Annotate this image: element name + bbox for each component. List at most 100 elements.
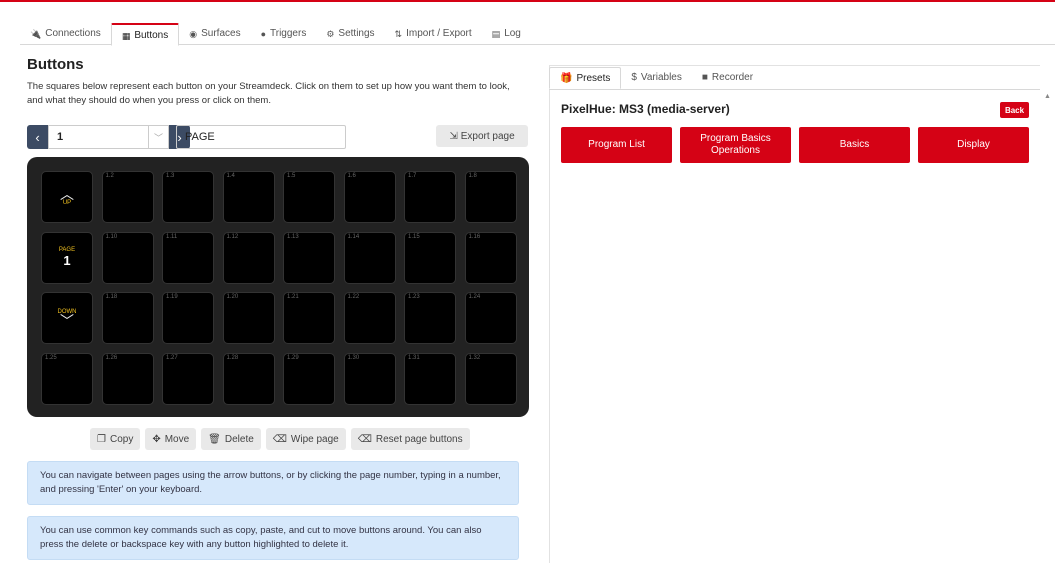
page-number-input[interactable]: 1 — [48, 125, 148, 149]
grid-button[interactable]: 1.25 — [41, 352, 93, 405]
page-number: 1 — [63, 253, 71, 268]
dollar-icon: $ — [631, 72, 637, 83]
tab-triggers[interactable]: ● Triggers — [251, 23, 317, 45]
grid-button[interactable]: 1.27 — [162, 352, 214, 405]
tab-buttons[interactable]: ▦ Buttons — [110, 23, 180, 46]
tab-label: Surfaces — [201, 28, 241, 39]
grid-button[interactable]: 1.29 — [283, 352, 335, 405]
grid-button[interactable]: 1.30 — [343, 352, 396, 405]
copy-button[interactable]: ❐ Copy — [90, 428, 141, 450]
export-label: Export page — [460, 130, 515, 142]
button-location-label: 1.23 — [408, 294, 420, 300]
page-select-dropdown[interactable]: ﹀ — [148, 125, 169, 149]
tab-import-export[interactable]: ⇅ Import / Export — [385, 23, 482, 45]
grid-button[interactable]: 1.22 — [343, 292, 396, 344]
button-location-label: 1.2 — [105, 173, 114, 179]
gift-icon: 🎁 — [560, 73, 573, 84]
grid-button[interactable]: 1.28 — [222, 352, 275, 405]
preset-program-list[interactable]: Program List — [561, 127, 672, 163]
button-location-label: 1.27 — [166, 354, 178, 361]
grid-button[interactable]: 1.18 — [101, 292, 154, 344]
page-indicator-button[interactable]: PAGE 1 — [41, 231, 93, 284]
preset-display[interactable]: Display — [918, 127, 1029, 163]
grid-button[interactable]: 1.14 — [343, 231, 396, 284]
back-button[interactable]: Back — [1000, 102, 1029, 118]
wipe-page-button[interactable]: ⌫ Wipe page — [265, 428, 346, 450]
right-tabs: 🎁 Presets $ Variables ■ Recorder — [549, 67, 763, 89]
button-location-label: 1.14 — [347, 233, 360, 240]
grid-button[interactable]: 1.16 — [464, 231, 517, 284]
delete-button[interactable]: 🗑 Delete — [201, 428, 261, 450]
tab-label: Log — [504, 28, 521, 39]
grid-button[interactable]: 1.32 — [464, 352, 517, 405]
button-location-label: 1.8 — [468, 173, 477, 179]
button-location-label: 1.18 — [105, 294, 118, 300]
grid-actions: ❐ Copy ✥ Move 🗑 Delete ⌫ Wipe page ⌫ Reset pa… — [90, 428, 470, 450]
prev-page-button[interactable]: ‹ — [27, 125, 48, 149]
page-down-button[interactable]: DOWN ﹀ — [41, 292, 93, 344]
preset-basics[interactable]: Basics — [799, 127, 910, 163]
top-accent-line — [0, 0, 1055, 2]
preset-program-basics-operations[interactable]: Program Basics Operations — [680, 127, 791, 163]
tab-variables[interactable]: $ Variables — [621, 67, 692, 89]
grid-button[interactable]: 1.26 — [101, 352, 154, 405]
grid-button[interactable]: 1.5 — [283, 171, 335, 223]
button-location-label: 1.22 — [347, 294, 360, 300]
gamepad-icon: ◉ — [189, 29, 198, 39]
button-location-label: 1.30 — [347, 354, 360, 361]
tab-connections[interactable]: 🔌 Connections — [20, 23, 111, 45]
grid-button[interactable]: 1.7 — [404, 171, 456, 223]
tab-divider — [549, 89, 1040, 90]
grid-button[interactable]: 1.21 — [283, 292, 335, 344]
grid-button[interactable]: 1.13 — [283, 231, 335, 284]
page-title: Buttons — [27, 56, 84, 73]
tab-label: Settings — [338, 28, 375, 39]
clipboard-icon: ▤ — [491, 29, 501, 39]
tab-recorder[interactable]: ■ Recorder — [692, 67, 763, 89]
grid-button[interactable]: 1.10 — [101, 231, 154, 284]
move-icon: ✥ — [152, 433, 161, 445]
tab-surfaces[interactable]: ◉ Surfaces — [179, 23, 250, 45]
page-up-button[interactable]: ︿ UP — [41, 171, 93, 223]
up-label: UP — [62, 200, 72, 206]
move-button[interactable]: ✥ Move — [145, 428, 197, 450]
grid-button[interactable]: 1.2 — [101, 171, 154, 223]
tab-label: Connections — [45, 28, 101, 39]
tab-log[interactable]: ▤ Log — [482, 23, 531, 45]
button-location-label: 1.5 — [287, 173, 296, 179]
grid-button[interactable]: 1.6 — [343, 171, 396, 223]
scroll-up-icon[interactable]: ▲ — [1044, 93, 1051, 100]
grid-button[interactable]: 1.8 — [464, 171, 517, 223]
grid-button[interactable]: 1.15 — [404, 231, 456, 284]
button-location-label: 1.19 — [166, 294, 178, 300]
grid-button[interactable]: 1.24 — [464, 292, 517, 344]
page-name-input[interactable]: PAGE — [176, 125, 346, 149]
tab-settings[interactable]: ⚙ Settings — [316, 23, 384, 45]
button-location-label: 1.6 — [347, 173, 356, 179]
grid-button[interactable]: 1.4 — [222, 171, 275, 223]
button-location-label: 1.13 — [287, 233, 299, 240]
grid-button[interactable]: 1.11 — [162, 231, 214, 284]
button-location-label: 1.25 — [45, 354, 57, 361]
export-page-button[interactable]: ⇲ Export page — [436, 125, 528, 147]
grid-button[interactable]: 1.20 — [222, 292, 275, 344]
info-navigation: You can navigate between pages using the… — [27, 461, 519, 505]
calculator-icon: ▦ — [121, 31, 131, 41]
delete-label: Delete — [224, 433, 254, 445]
file-export-icon: ⇲ — [449, 130, 458, 142]
tab-label: Triggers — [270, 28, 307, 39]
tab-label: Buttons — [134, 30, 169, 41]
reset-page-buttons-button[interactable]: ⌫ Reset page buttons — [350, 428, 470, 450]
button-location-label: 1.12 — [226, 233, 239, 240]
grid-button[interactable]: 1.23 — [404, 292, 456, 344]
grid-button[interactable]: 1.31 — [404, 352, 456, 405]
clock-icon: ● — [260, 29, 267, 39]
tab-presets[interactable]: 🎁 Presets — [549, 67, 622, 89]
grid-button[interactable]: 1.3 — [162, 171, 214, 223]
chevron-left-icon: ‹ — [35, 129, 40, 145]
grid-button[interactable]: 1.12 — [222, 231, 275, 284]
button-location-label: 1.4 — [226, 173, 235, 179]
grid-button[interactable]: 1.19 — [162, 292, 214, 344]
button-location-label: 1.28 — [226, 354, 239, 361]
tab-label: Recorder — [711, 72, 754, 83]
